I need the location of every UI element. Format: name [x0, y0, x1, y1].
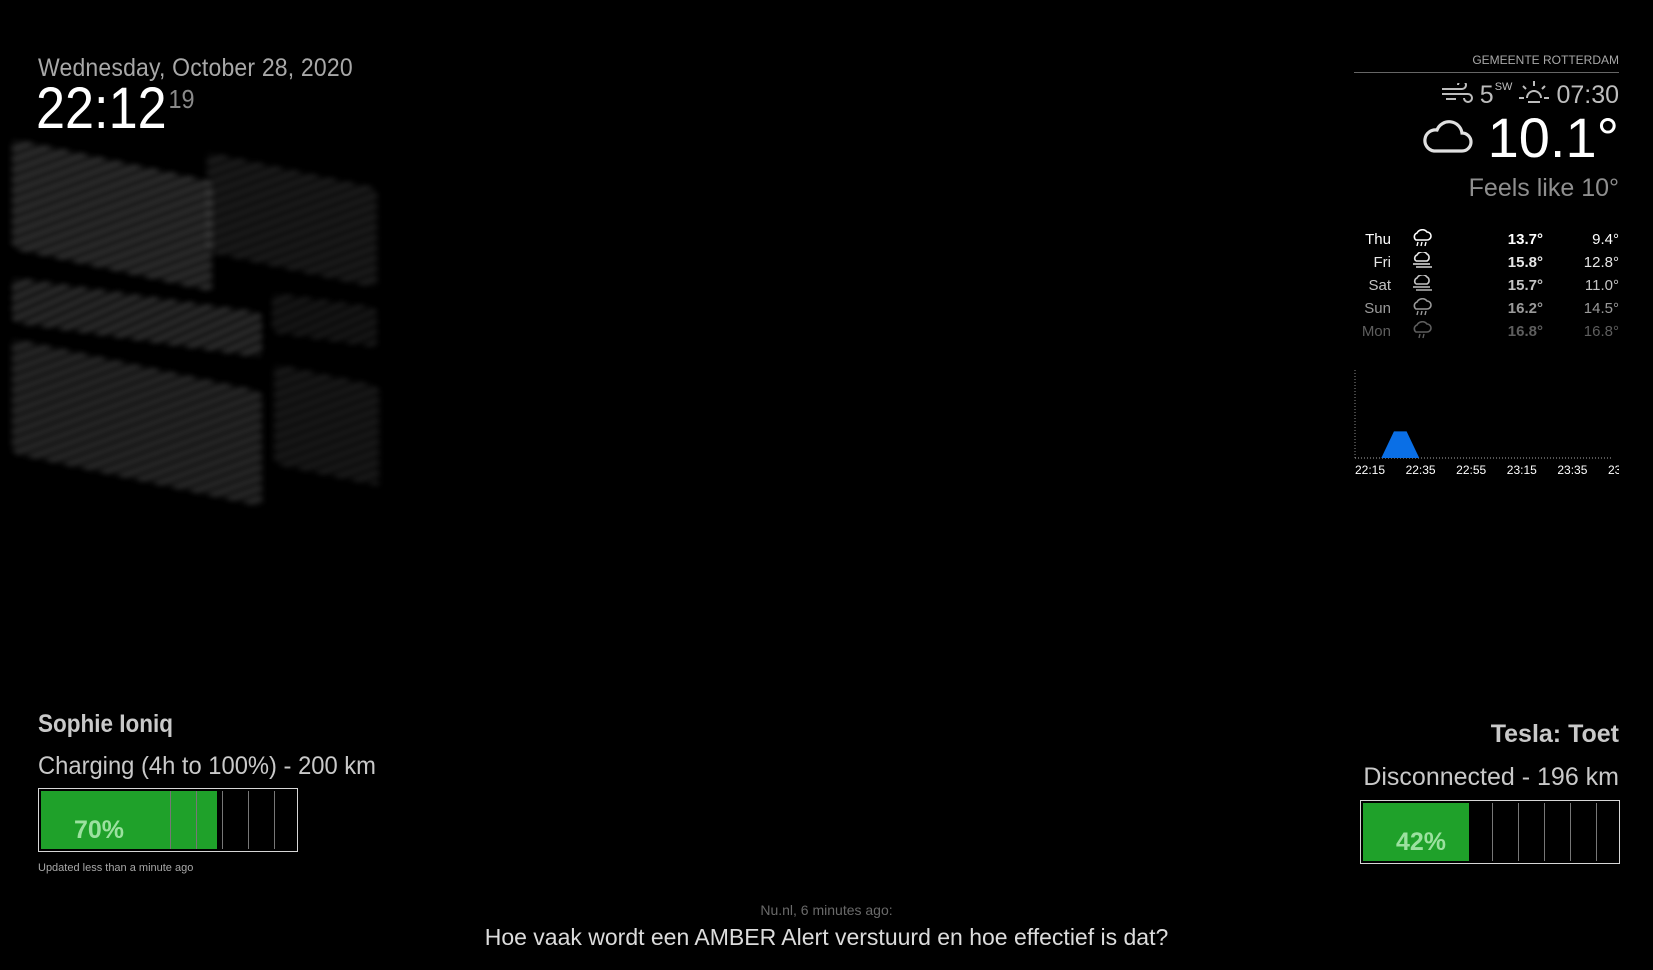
car-left-status: Charging (4h to 100%) - 200 km: [38, 752, 376, 780]
forecast-row: Fri 15.8° 12.8°: [1331, 250, 1619, 274]
forecast-day: Sun: [1364, 300, 1391, 317]
wind-speed-value: 5: [1479, 81, 1494, 109]
news-headline: Hoe vaak wordt een AMBER Alert verstuurd…: [484, 924, 1169, 950]
battery-segment: [170, 791, 171, 849]
car-right-status: Disconnected - 196 km: [1363, 763, 1619, 791]
forecast-min: 9.4°: [1592, 231, 1619, 248]
precipitation-chart: 22:15 22:35 22:55 23:15 23:35 23:55: [1354, 370, 1619, 477]
forecast-min: 14.5°: [1583, 300, 1619, 317]
clock-time: 22:1219: [36, 80, 194, 138]
battery-segment: [1570, 803, 1571, 861]
battery-segment: [1544, 803, 1545, 861]
blurred-block: [12, 338, 262, 507]
rain-icon: [1391, 228, 1453, 251]
wind-cloud-icon: [1391, 250, 1453, 274]
car-left-battery-bar: 70%: [38, 788, 298, 852]
forecast-max: 15.7°: [1507, 277, 1543, 294]
forecast-row: Mon 16.8° 16.8°: [1331, 320, 1619, 343]
wind-direction: SW: [1494, 81, 1513, 93]
forecast-row: Sun 16.2° 14.5°: [1331, 297, 1619, 320]
clock-seconds: 19: [168, 84, 195, 114]
forecast-row: Thu 13.7° 9.4°: [1331, 228, 1619, 251]
forecast-day: Fri: [1373, 254, 1392, 271]
chart-tick-label: 23:35: [1557, 463, 1587, 477]
car-left-updated: Updated less than a minute ago: [38, 862, 194, 874]
current-temperature: 10.1°: [1487, 106, 1619, 169]
car-left-battery-label: 70%: [74, 816, 125, 844]
rain-icon: [1391, 297, 1453, 320]
chart-tick-label: 23:15: [1507, 463, 1537, 477]
blurred-content-area: [12, 138, 384, 520]
battery-segment: [248, 791, 249, 849]
blurred-block: [12, 138, 212, 292]
chart-tick-label: 22:15: [1355, 463, 1385, 477]
blurred-block: [274, 363, 379, 487]
battery-segment: [274, 791, 275, 849]
news-source: Nu.nl, 6 minutes ago:: [760, 902, 893, 918]
car-right-battery-bar: 42%: [1360, 800, 1620, 864]
weather-location: GEMEENTE ROTTERDAM: [1472, 53, 1619, 67]
forecast-max: 16.2°: [1507, 300, 1543, 317]
forecast-max: 13.7°: [1507, 231, 1543, 248]
weather-divider: [1354, 72, 1619, 73]
forecast-max: 16.8°: [1507, 323, 1543, 340]
clock-hours-minutes: 22:12: [36, 76, 167, 141]
forecast-max: 15.8°: [1507, 254, 1543, 271]
battery-segment: [222, 791, 223, 849]
precipitation-area: [1356, 431, 1609, 458]
car-right-name: Tesla: Toet: [1490, 720, 1619, 748]
chart-tick-label: 22:55: [1456, 463, 1486, 477]
chart-tick-label: 23:55: [1608, 463, 1619, 477]
wind-icon: [1440, 80, 1474, 110]
forecast-day: Thu: [1365, 231, 1391, 248]
showers-icon: [1391, 320, 1453, 343]
forecast-table: Thu 13.7° 9.4° Fri 15.8° 12.8° Sat 15.7°…: [1331, 228, 1619, 343]
battery-segment: [196, 791, 197, 849]
car-left-name: Sophie Ioniq: [38, 710, 173, 738]
wind-cloud-icon: [1391, 273, 1453, 297]
cloud-icon: [1422, 117, 1474, 160]
battery-segment: [1596, 803, 1597, 861]
forecast-min: 16.8°: [1583, 323, 1619, 340]
blurred-block: [272, 292, 377, 348]
current-weather: 10.1°: [1422, 110, 1619, 166]
forecast-day: Mon: [1361, 323, 1391, 340]
chart-tick-label: 22:35: [1406, 463, 1436, 477]
battery-segment: [1518, 803, 1519, 861]
battery-segment: [1492, 803, 1493, 861]
blurred-block: [207, 151, 377, 289]
forecast-row: Sat 15.7° 11.0°: [1331, 273, 1619, 297]
car-right-battery-label: 42%: [1396, 828, 1447, 856]
feels-like: Feels like 10°: [1468, 174, 1619, 202]
forecast-min: 11.0°: [1584, 277, 1619, 294]
car-left-battery-fill: [41, 791, 217, 849]
forecast-day: Sat: [1368, 277, 1391, 294]
forecast-min: 12.8°: [1583, 254, 1619, 271]
